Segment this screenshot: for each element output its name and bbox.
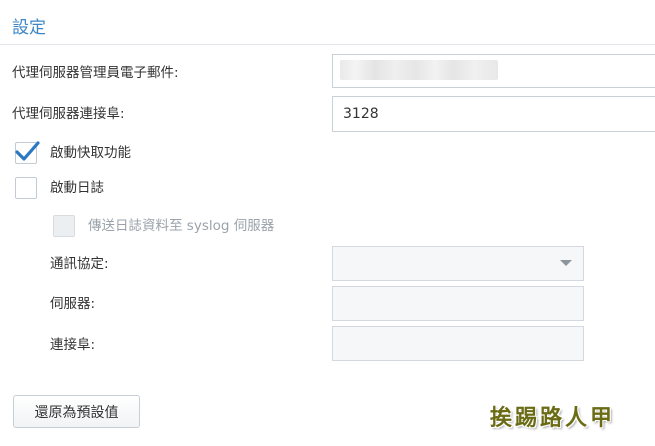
chevron-down-icon[interactable]: [560, 260, 572, 266]
port-label: 連接阜:: [50, 337, 96, 353]
server-input[interactable]: [332, 286, 584, 321]
send-syslog-checkbox[interactable]: [53, 215, 75, 237]
blurred-email-value: [340, 60, 498, 80]
watermark-text: 挨踢路人甲: [490, 405, 616, 431]
proxy-port-label: 代理伺服器連接阜:: [12, 106, 125, 122]
reset-defaults-button[interactable]: 還原為預設值: [13, 395, 140, 428]
enable-log-checkbox[interactable]: [15, 177, 37, 199]
server-label: 伺服器:: [50, 296, 96, 312]
send-syslog-label: 傳送日誌資料至 syslog 伺服器: [88, 218, 275, 234]
checkmark-icon: [15, 141, 40, 161]
section-title: 設定: [12, 18, 46, 38]
protocol-label: 通訊協定:: [50, 256, 109, 272]
enable-cache-label[interactable]: 啟動快取功能: [50, 143, 131, 163]
section-divider: [0, 44, 655, 45]
protocol-select[interactable]: [332, 246, 584, 281]
port-input[interactable]: [332, 326, 584, 361]
admin-email-label: 代理伺服器管理員電子郵件:: [12, 65, 179, 81]
enable-log-label[interactable]: 啟動日誌: [50, 178, 104, 198]
proxy-port-input[interactable]: [332, 96, 655, 132]
